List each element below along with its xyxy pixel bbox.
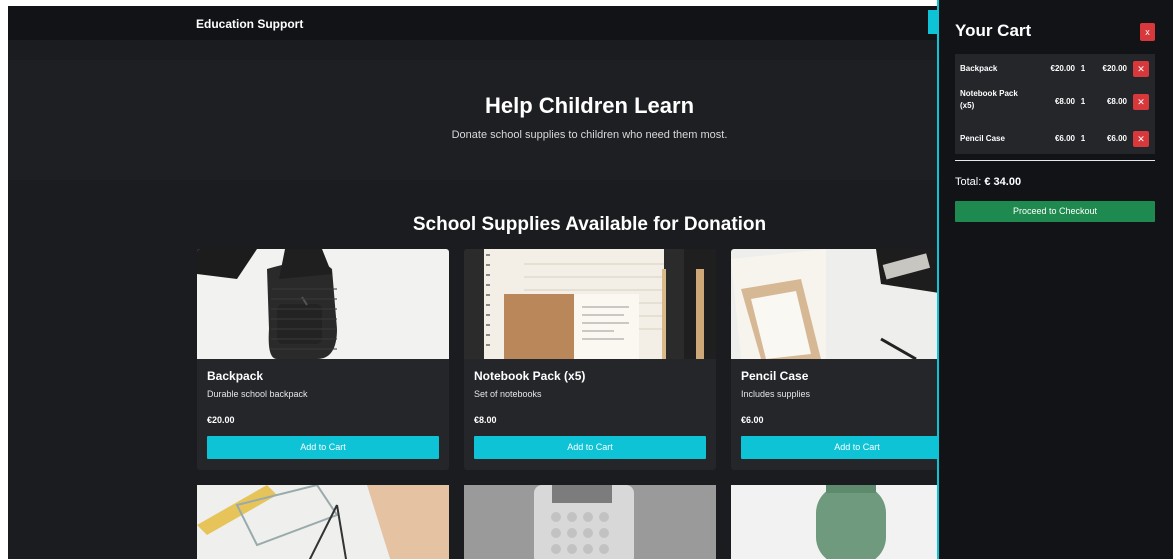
cart-item-total: €8.00 [1106,97,1127,106]
cart-item-qty: 1 [1080,64,1086,73]
close-cart-button[interactable]: x [1140,23,1155,41]
product-price: €20.00 [207,415,235,425]
cart-total: Total: € 34.00 [955,176,1021,188]
product-card-backpack: Backpack Durable school backpack €20.00 … [197,249,449,470]
remove-item-button[interactable]: ✕ [1133,131,1149,147]
product-name: Notebook Pack (x5) [474,369,586,383]
cart-row: Notebook Pack (x5) €8.00 1 €8.00 ✕ [955,84,1155,124]
cart-row: Backpack €20.00 1 €20.00 ✕ [955,54,1155,84]
calculator-image [464,485,716,559]
cart-item-price: €8.00 [1054,97,1075,106]
product-name: Pencil Case [741,369,809,383]
checkout-button[interactable]: Proceed to Checkout [955,201,1155,222]
cart-title: Your Cart [955,21,1032,40]
cart-item-price: €6.00 [1054,134,1075,143]
backpack-image [197,249,449,359]
cart-total-value: € 34.00 [984,176,1022,188]
product-price: €8.00 [474,415,497,425]
cart-total-label: Total: [955,176,985,188]
product-description: Durable school backpack [207,389,308,399]
product-name: Backpack [207,369,264,383]
cart-item-qty: 1 [1080,134,1086,143]
cart-row: Pencil Case €6.00 1 €6.00 ✕ [955,124,1155,154]
notebook-image [464,249,716,359]
product-description: Includes supplies [741,389,811,399]
product-description: Set of notebooks [474,389,542,399]
hero-banner [8,60,938,180]
add-to-cart-button[interactable]: Add to Cart [207,436,439,459]
cart-sidebar: Your Cart x Backpack €20.00 1 €20.00 ✕ N… [937,0,1173,559]
cart-item-name: Pencil Case [960,134,1005,143]
add-to-cart-button[interactable]: Add to Cart [474,436,706,459]
cart-item-total: €20.00 [1102,64,1127,73]
cart-item-price: €20.00 [1050,64,1075,73]
product-card-notebook-pack: Notebook Pack (x5) Set of notebooks €8.0… [464,249,716,470]
remove-item-button[interactable]: ✕ [1133,61,1149,77]
cart-item-qty: 1 [1080,97,1086,106]
cart-divider [955,160,1155,161]
product-price: €6.00 [741,415,764,425]
cart-items-table: Backpack €20.00 1 €20.00 ✕ Notebook Pack… [955,54,1155,154]
cart-item-name: Backpack [960,64,998,73]
remove-item-button[interactable]: ✕ [1133,94,1149,110]
brand-title[interactable]: Education Support [196,17,303,31]
cart-item-total: €6.00 [1106,134,1127,143]
cart-item-name: Notebook Pack (x5) [960,89,1018,110]
geometry-set-image [197,485,449,559]
